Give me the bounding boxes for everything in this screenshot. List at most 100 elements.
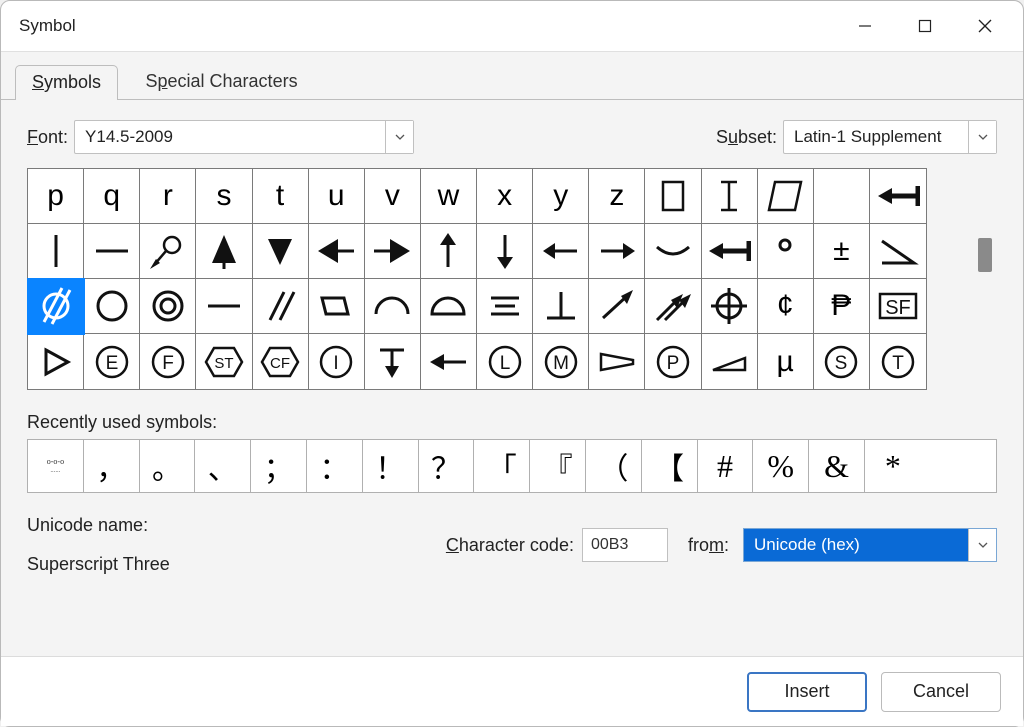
symbol-cell[interactable]	[533, 279, 589, 334]
symbol-cell[interactable]: v	[365, 169, 421, 224]
symbol-cell[interactable]	[196, 224, 252, 279]
symbol-cell[interactable]	[870, 169, 926, 224]
symbol-cell[interactable]	[365, 334, 421, 389]
minimize-button[interactable]	[835, 4, 895, 48]
symbol-cell[interactable]	[758, 224, 814, 279]
symbol-cell[interactable]	[589, 279, 645, 334]
symbol-cell[interactable]: x	[477, 169, 533, 224]
symbol-cell[interactable]	[589, 334, 645, 389]
recent-symbol-cell[interactable]: 『	[530, 440, 586, 492]
font-combo[interactable]: Y14.5-2009	[74, 120, 414, 154]
symbol-cell[interactable]: I	[309, 334, 365, 389]
symbol-cell[interactable]: s	[196, 169, 252, 224]
symbol-cell[interactable]	[702, 334, 758, 389]
symbol-cell[interactable]	[421, 334, 477, 389]
recent-symbol-cell[interactable]: o-o-o......	[28, 440, 84, 492]
symbol-cell[interactable]	[309, 279, 365, 334]
symbol-cell[interactable]: SF	[870, 279, 926, 334]
symbol-cell[interactable]: F	[140, 334, 196, 389]
recent-symbol-cell[interactable]: 、	[195, 440, 251, 492]
recent-symbol-cell[interactable]: %	[753, 440, 809, 492]
symbol-cell[interactable]	[28, 334, 84, 389]
recent-symbol-cell[interactable]: 【	[642, 440, 698, 492]
recent-symbol-cell[interactable]: 「	[474, 440, 530, 492]
symbol-cell[interactable]	[28, 224, 84, 279]
insert-button[interactable]: Insert	[747, 672, 867, 712]
symbol-cell[interactable]	[477, 224, 533, 279]
recent-symbol-cell[interactable]: *	[865, 440, 921, 492]
symbol-cell[interactable]: µ	[758, 334, 814, 389]
symbol-cell[interactable]	[84, 279, 140, 334]
from-combo[interactable]: Unicode (hex)	[743, 528, 997, 562]
recent-symbol-cell[interactable]: （	[586, 440, 642, 492]
maximize-button[interactable]	[895, 4, 955, 48]
chevron-down-icon[interactable]	[968, 121, 996, 153]
cancel-button[interactable]: Cancel	[881, 672, 1001, 712]
symbol-cell[interactable]	[309, 224, 365, 279]
symbol-cell[interactable]	[140, 279, 196, 334]
tab-symbols[interactable]: Symbols	[15, 65, 118, 100]
symbol-grid[interactable]: pqrstuvwxyz±¢₱SFEFSTCFILMPµST	[27, 168, 927, 390]
symbol-cell[interactable]: z	[589, 169, 645, 224]
recent-symbols-grid[interactable]: o-o-o......，。、；：！？「『（【#%&*	[27, 439, 997, 493]
symbol-cell[interactable]	[758, 169, 814, 224]
symbol-cell[interactable]	[140, 224, 196, 279]
symbol-cell[interactable]	[702, 224, 758, 279]
tab-special-characters[interactable]: Special Characters	[128, 64, 314, 99]
symbol-cell[interactable]	[702, 279, 758, 334]
recent-symbol-cell[interactable]: #	[698, 440, 754, 492]
symbol-cell[interactable]: r	[140, 169, 196, 224]
symbol-cell[interactable]: CF	[253, 334, 309, 389]
recent-symbol-cell[interactable]: ；	[251, 440, 307, 492]
chevron-down-icon[interactable]	[385, 121, 413, 153]
scrollbar-thumb[interactable]	[978, 238, 992, 272]
symbol-cell[interactable]: q	[84, 169, 140, 224]
symbol-cell[interactable]	[196, 279, 252, 334]
symbol-cell[interactable]: p	[28, 169, 84, 224]
symbol-cell[interactable]: E	[84, 334, 140, 389]
symbol-cell[interactable]	[533, 224, 589, 279]
symbol-cell[interactable]	[28, 279, 84, 334]
symbol-cell[interactable]: ±	[814, 224, 870, 279]
symbol-cell[interactable]	[814, 169, 870, 224]
character-code-input[interactable]	[582, 528, 668, 562]
symbol-cell[interactable]	[645, 279, 701, 334]
symbol-cell[interactable]: ST	[196, 334, 252, 389]
symbol-cell[interactable]	[365, 279, 421, 334]
symbol-cell[interactable]: P	[645, 334, 701, 389]
recent-symbol-cell[interactable]: ？	[419, 440, 475, 492]
svg-text:SF: SF	[885, 297, 911, 319]
symbol-cell[interactable]	[589, 224, 645, 279]
symbol-cell[interactable]	[477, 279, 533, 334]
symbol-cell[interactable]: w	[421, 169, 477, 224]
symbol-cell[interactable]: y	[533, 169, 589, 224]
symbol-cell[interactable]	[253, 224, 309, 279]
symbol-cell[interactable]	[870, 224, 926, 279]
symbol-cell[interactable]: S	[814, 334, 870, 389]
symbol-cell[interactable]	[253, 279, 309, 334]
symbol-cell[interactable]	[421, 279, 477, 334]
symbol-cell[interactable]: M	[533, 334, 589, 389]
chevron-down-icon[interactable]	[968, 529, 996, 561]
symbol-cell[interactable]	[645, 169, 701, 224]
recent-symbol-cell[interactable]: ！	[363, 440, 419, 492]
symbol-cell[interactable]: u	[309, 169, 365, 224]
symbol-cell[interactable]: ₱	[814, 279, 870, 334]
symbol-cell[interactable]: ¢	[758, 279, 814, 334]
recent-symbol-cell[interactable]: ，	[84, 440, 140, 492]
symbol-cell[interactable]: t	[253, 169, 309, 224]
symbol-cell[interactable]	[702, 169, 758, 224]
svg-text:P: P	[667, 353, 680, 374]
symbol-cell[interactable]: T	[870, 334, 926, 389]
close-button[interactable]	[955, 4, 1015, 48]
symbol-cell[interactable]: L	[477, 334, 533, 389]
subset-combo[interactable]: Latin-1 Supplement	[783, 120, 997, 154]
symbol-cell[interactable]	[645, 224, 701, 279]
symbol-cell[interactable]	[84, 224, 140, 279]
recent-symbol-cell[interactable]: 。	[140, 440, 196, 492]
recent-symbol-cell[interactable]: &	[809, 440, 865, 492]
recent-symbol-cell[interactable]: ：	[307, 440, 363, 492]
symbol-cell[interactable]	[421, 224, 477, 279]
scrollbar-vertical[interactable]	[973, 168, 997, 390]
symbol-cell[interactable]	[365, 224, 421, 279]
